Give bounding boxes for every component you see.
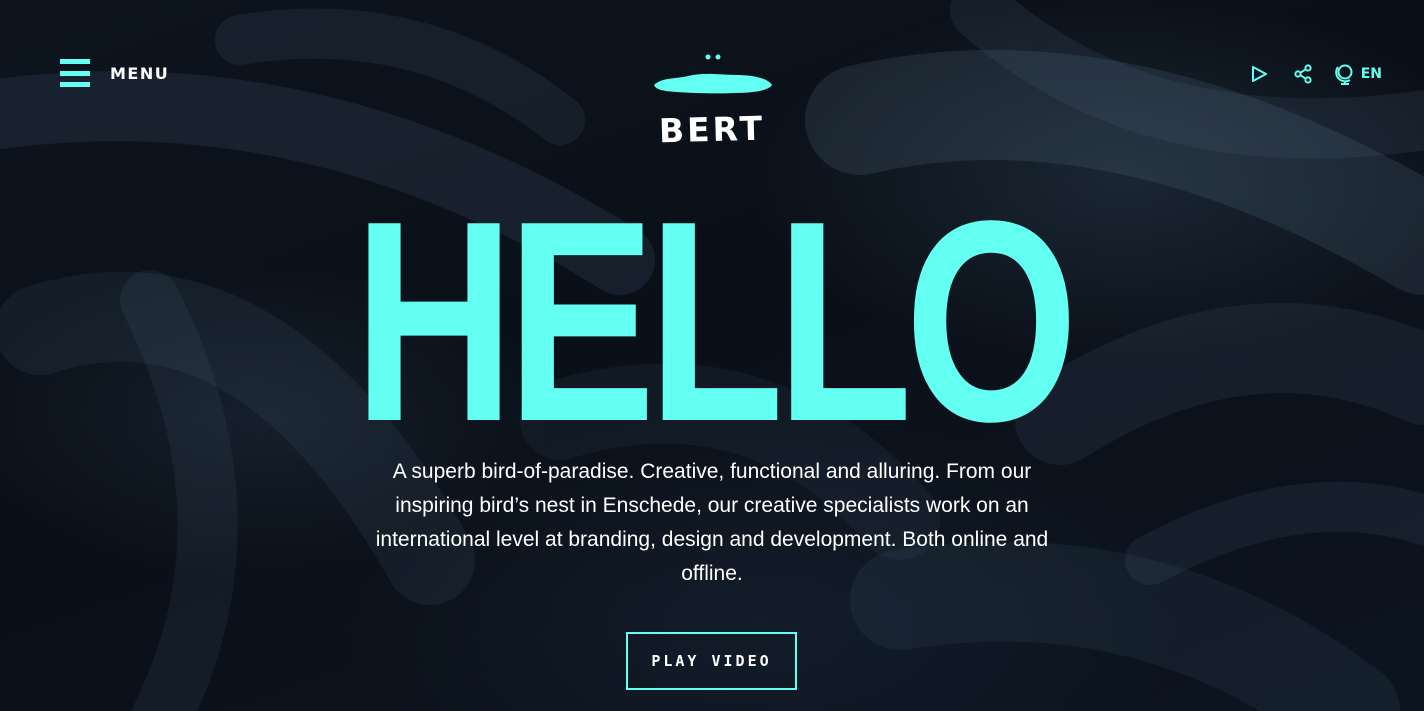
logo-mark-icon xyxy=(654,54,772,94)
share-button[interactable] xyxy=(1291,62,1315,86)
play-button[interactable] xyxy=(1247,62,1271,86)
menu-label: MENU xyxy=(110,63,170,83)
hero-description: A superb bird-of-paradise. Creative, fun… xyxy=(375,460,1049,585)
hero-title: HELLO xyxy=(353,161,1079,481)
play-icon xyxy=(1251,66,1267,82)
globe-icon xyxy=(1334,64,1353,85)
menu-icon xyxy=(60,59,90,87)
language-selector[interactable]: EN xyxy=(1334,63,1382,85)
share-icon xyxy=(1294,64,1312,84)
play-video-button[interactable]: PLAY VIDEO xyxy=(626,632,797,690)
header-actions: EN xyxy=(1247,62,1382,86)
logo-text: BERT xyxy=(658,108,766,151)
language-label: EN xyxy=(1360,66,1382,82)
page: MENU BERT EN HELLO A superb bird-of-para… xyxy=(0,0,1424,711)
menu-button[interactable]: MENU xyxy=(60,59,169,87)
logo[interactable]: BERT xyxy=(648,50,776,154)
